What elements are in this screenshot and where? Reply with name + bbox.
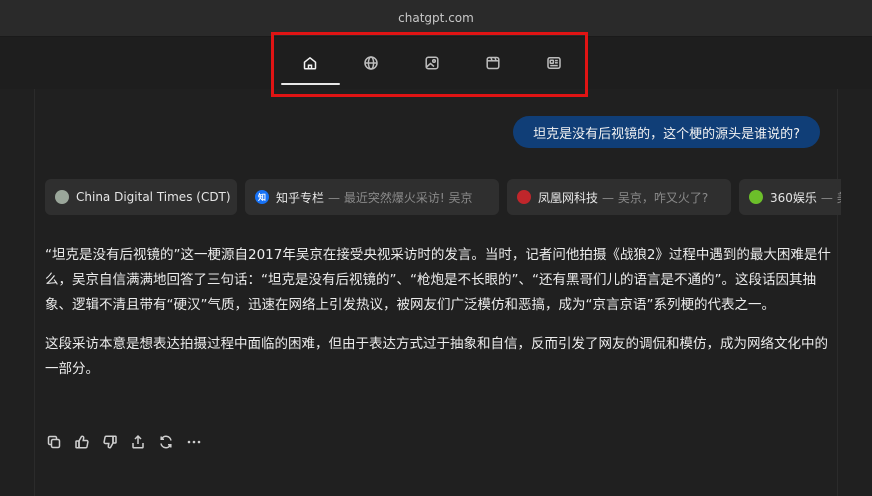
- source-snippet: — 最近突然爆火采访! 吴京: [328, 190, 473, 205]
- share-icon: [132, 434, 144, 449]
- source-name: 知乎专栏: [276, 190, 325, 205]
- source-chip[interactable]: 360娱乐 — 美: [739, 179, 841, 215]
- thumbs-down-icon: [103, 435, 117, 449]
- source-name: 凤凰网科技: [538, 190, 599, 205]
- copy-button[interactable]: [45, 433, 63, 451]
- user-message-bubble: 坦克是没有后视镜的，这个梗的源头是谁说的?: [513, 116, 820, 148]
- more-button[interactable]: [185, 433, 203, 451]
- source-snippet: — 美: [820, 190, 841, 205]
- answer-paragraph: 这段采访本意是想表达拍摄过程中面临的困难，但由于表达方式过于抽象和自信，反而引发…: [45, 336, 828, 377]
- answer-paragraph: “坦克是没有后视镜的”这一梗源自2017年吴京在接受央视采访时的发言。当时，记者…: [45, 247, 831, 313]
- url-text: chatgpt.com: [398, 11, 474, 25]
- more-icon: [187, 440, 201, 444]
- thumbs-up-button[interactable]: [73, 433, 91, 451]
- source-name: 360娱乐: [770, 190, 817, 205]
- ifeng-favicon-icon: [517, 190, 531, 204]
- 360-favicon-icon: [749, 190, 763, 204]
- source-chip[interactable]: China Digital Times (CDT): [45, 179, 237, 215]
- thumbs-up-icon: [75, 435, 89, 449]
- regenerate-button[interactable]: [157, 433, 175, 451]
- regenerate-icon: [160, 435, 172, 449]
- tab-highlight-annotation: [271, 32, 588, 97]
- copy-icon: [47, 435, 61, 449]
- zhihu-favicon-icon: 知: [255, 190, 269, 204]
- source-name: China Digital Times (CDT): [76, 190, 231, 204]
- cdt-favicon-icon: [55, 190, 69, 204]
- assistant-answer: “坦克是没有后视镜的”这一梗源自2017年吴京在接受央视采访时的发言。当时，记者…: [45, 243, 835, 396]
- share-button[interactable]: [129, 433, 147, 451]
- user-message-text: 坦克是没有后视镜的，这个梗的源头是谁说的?: [533, 126, 800, 142]
- source-chip[interactable]: 凤凰网科技 — 吴京，咋又火了?: [507, 179, 731, 215]
- message-actions: [45, 432, 203, 452]
- source-chip[interactable]: 知 知乎专栏 — 最近突然爆火采访! 吴京: [245, 179, 499, 215]
- source-chips-row[interactable]: China Digital Times (CDT) 知 知乎专栏 — 最近突然爆…: [45, 179, 841, 215]
- thumbs-down-button[interactable]: [101, 433, 119, 451]
- source-snippet: — 吴京，咋又火了?: [602, 190, 709, 205]
